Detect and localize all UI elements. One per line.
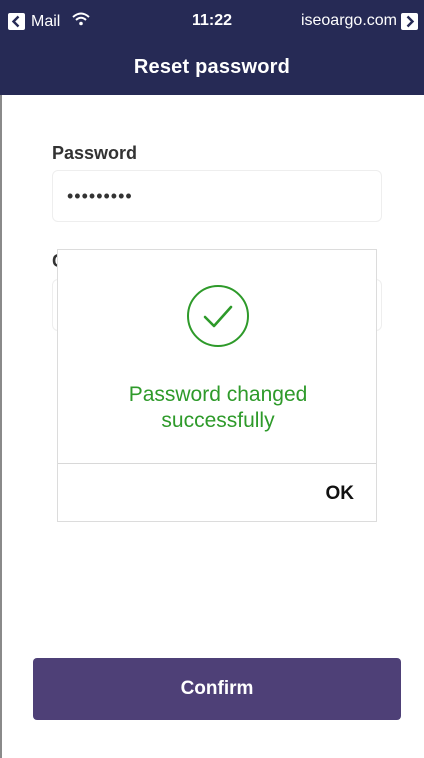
password-label: Password — [52, 143, 138, 163]
page-title: Reset password — [133, 56, 291, 78]
status-url[interactable]: iseoargo.com — [301, 12, 418, 30]
dialog-divider — [58, 463, 376, 464]
password-value: ••••••••• — [67, 186, 133, 206]
status-bar: Mail 11:22 iseoargo.com — [0, 0, 424, 40]
check-circle-icon — [187, 285, 249, 347]
dialog-message: Password changed successfully — [58, 382, 378, 434]
ok-button[interactable]: OK — [326, 483, 355, 505]
password-field[interactable]: ••••••••• — [52, 170, 382, 222]
forward-arrow-icon — [401, 12, 418, 30]
app-header: Mail 11:22 iseoargo.com Reset password — [0, 0, 424, 95]
success-dialog: Password changed successfully OK — [57, 249, 377, 522]
window-edge — [0, 94, 6, 758]
dialog-message-text: Password changed successfully — [128, 383, 308, 432]
confirm-button[interactable]: Confirm — [33, 658, 401, 720]
url-label: iseoargo.com — [300, 12, 397, 29]
